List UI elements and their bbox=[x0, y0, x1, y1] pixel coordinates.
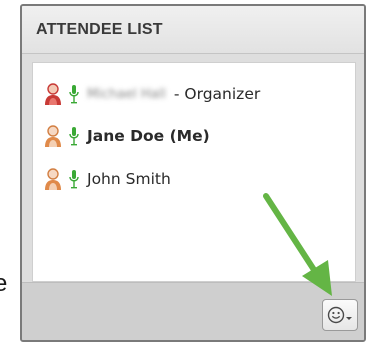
attendee-name: Jane Doe (Me) bbox=[87, 127, 210, 145]
attendee-name: John Smith bbox=[87, 170, 171, 188]
attendee-row-organizer[interactable]: Michael Hall - Organizer bbox=[43, 81, 260, 107]
emoticon-button[interactable] bbox=[322, 299, 358, 331]
organizer-label: - Organizer bbox=[173, 85, 261, 103]
person-icon bbox=[45, 125, 61, 147]
organizer-person-icon bbox=[45, 83, 61, 105]
attendee-list-panel: ATTENDEE LIST Michael Hall - Organizer J… bbox=[20, 4, 366, 342]
microphone-icon bbox=[69, 170, 79, 189]
chevron-down-icon bbox=[346, 317, 352, 320]
attendee-list: Michael Hall - Organizer Jane Doe (Me) J… bbox=[32, 62, 356, 282]
screenshot: e ATTENDEE LIST Michael Hall - Organizer… bbox=[0, 0, 370, 344]
panel-header: ATTENDEE LIST bbox=[22, 6, 364, 54]
microphone-icon bbox=[69, 85, 79, 104]
cropped-text-fragment: e bbox=[0, 270, 8, 297]
microphone-icon bbox=[69, 127, 79, 146]
attendee-name-obscured: Michael Hall bbox=[87, 86, 166, 102]
panel-title: ATTENDEE LIST bbox=[36, 20, 163, 38]
attendee-row[interactable]: John Smith bbox=[43, 166, 171, 192]
panel-footer bbox=[22, 282, 364, 340]
smiley-icon bbox=[327, 306, 352, 324]
person-icon bbox=[45, 168, 61, 190]
attendee-row-self[interactable]: Jane Doe (Me) bbox=[43, 123, 210, 149]
